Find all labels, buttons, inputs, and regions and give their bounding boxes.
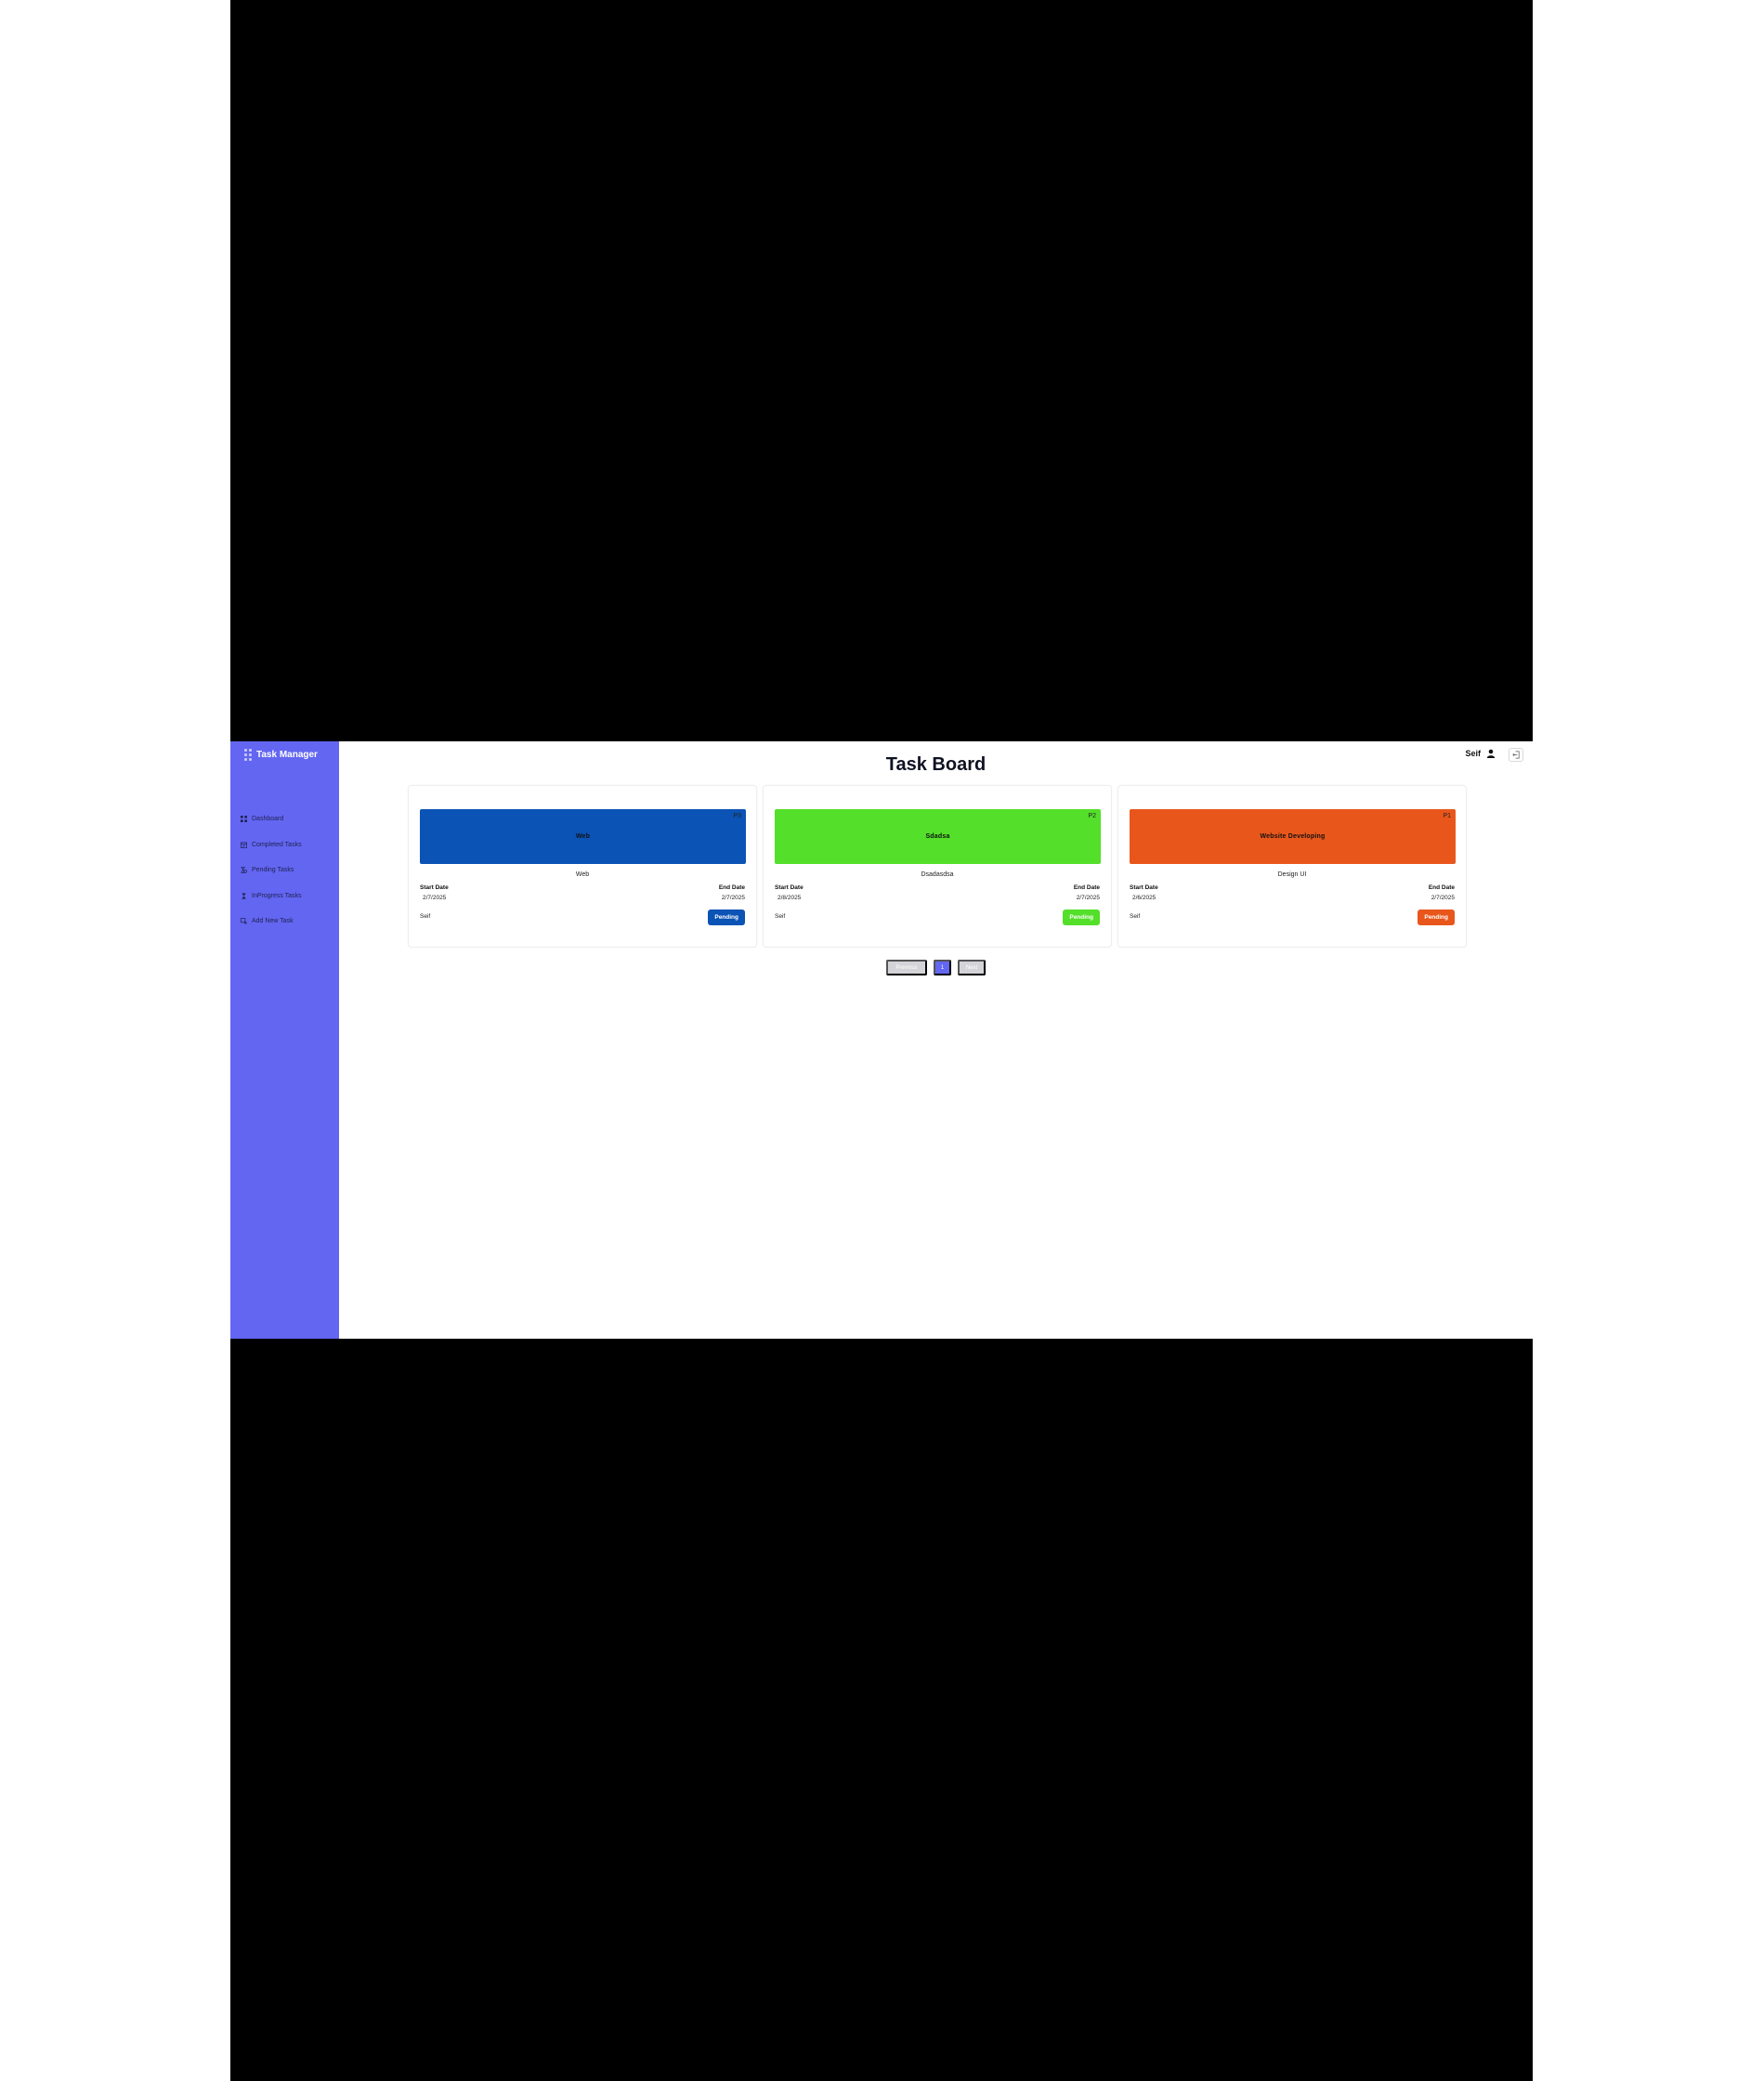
next-page-button[interactable]: Next <box>958 960 986 975</box>
start-date-label: Start Date <box>775 884 804 891</box>
task-description: Web <box>575 871 590 878</box>
end-date-value: 2/7/2025 <box>721 895 745 901</box>
status-button[interactable]: Pending <box>1418 910 1455 925</box>
start-date-value: 2/7/2025 <box>423 895 447 901</box>
priority-badge: P2 <box>1088 813 1096 819</box>
hourglass-icon <box>241 893 247 899</box>
sidebar-item-label: Completed Tasks <box>252 841 302 848</box>
assignee: Seif <box>775 913 786 920</box>
user-menu[interactable]: Seif <box>1465 749 1496 758</box>
start-date-value: 2/8/2025 <box>777 895 802 901</box>
task-title: Sdadsa <box>925 833 950 840</box>
sidebar-item-dashboard[interactable]: Dashboard <box>241 806 337 832</box>
end-date-value: 2/7/2025 <box>1431 895 1455 901</box>
start-date-value: 2/6/2025 <box>1132 895 1156 901</box>
end-date-label: End Date <box>1428 884 1455 891</box>
start-date-label: Start Date <box>1130 884 1158 891</box>
task-banner: Sdadsa P2 <box>775 809 1101 864</box>
sidebar-item-add-new-task[interactable]: Add New Task <box>241 909 337 935</box>
task-banner: Website Developing P1 <box>1130 809 1456 864</box>
menu-grid-icon <box>244 749 252 761</box>
task-card-list: Web P3 Web Start Date End Date 2/7/2025 … <box>408 785 1467 948</box>
add-task-icon <box>241 918 247 925</box>
pagination: Previous 1 Next <box>230 960 1533 975</box>
status-button[interactable]: Pending <box>708 910 745 925</box>
grid-icon <box>241 816 247 823</box>
sidebar-item-pending-tasks[interactable]: Pending Tasks <box>241 857 337 883</box>
task-card[interactable]: Website Developing P1 Design UI Start Da… <box>1117 785 1467 948</box>
start-date-label: Start Date <box>420 884 449 891</box>
brand[interactable]: Task Manager <box>244 749 318 761</box>
logout-icon <box>1511 751 1521 759</box>
sidebar-item-label: Dashboard <box>252 816 284 823</box>
hourglass-clock-icon <box>241 867 247 874</box>
task-description: Design UI <box>1277 871 1307 878</box>
calendar-check-icon <box>241 842 247 848</box>
page-title: Task Board <box>885 754 987 775</box>
sidebar-item-inprogress-tasks[interactable]: InProgress Tasks <box>241 883 337 910</box>
assignee: Seif <box>420 913 431 920</box>
priority-badge: P1 <box>1443 813 1451 819</box>
sidebar: Task Manager Dashboard Completed Tasks P… <box>230 741 339 1339</box>
task-card[interactable]: Web P3 Web Start Date End Date 2/7/2025 … <box>408 785 757 948</box>
sidebar-nav: Dashboard Completed Tasks Pending Tasks <box>241 806 337 935</box>
logout-button[interactable] <box>1509 748 1523 762</box>
status-button[interactable]: Pending <box>1063 910 1100 925</box>
end-date-label: End Date <box>718 884 745 891</box>
user-icon <box>1486 749 1496 758</box>
end-date-value: 2/7/2025 <box>1076 895 1100 901</box>
sidebar-item-label: Add New Task <box>252 918 294 925</box>
priority-badge: P3 <box>733 813 741 819</box>
sidebar-item-label: Pending Tasks <box>252 867 294 874</box>
letterbox-bottom <box>230 1339 1533 2081</box>
end-date-label: End Date <box>1073 884 1100 891</box>
sidebar-item-completed-tasks[interactable]: Completed Tasks <box>241 832 337 858</box>
task-description: Dsadasdsa <box>921 871 954 878</box>
assignee: Seif <box>1130 913 1141 920</box>
previous-page-button[interactable]: Previous <box>886 960 927 975</box>
task-manager-app: Task Manager Dashboard Completed Tasks P… <box>230 741 1533 1339</box>
user-name: Seif <box>1465 749 1481 758</box>
page-number-button[interactable]: 1 <box>934 960 951 975</box>
task-card[interactable]: Sdadsa P2 Dsadasdsa Start Date End Date … <box>763 785 1112 948</box>
screenshot-page: Task Manager Dashboard Completed Tasks P… <box>0 0 1764 2081</box>
brand-title: Task Manager <box>256 750 318 760</box>
letterbox-top <box>230 0 1533 741</box>
task-title: Web <box>575 833 591 840</box>
sidebar-item-label: InProgress Tasks <box>252 892 302 899</box>
task-banner: Web P3 <box>420 809 746 864</box>
task-title: Website Developing <box>1260 833 1326 840</box>
